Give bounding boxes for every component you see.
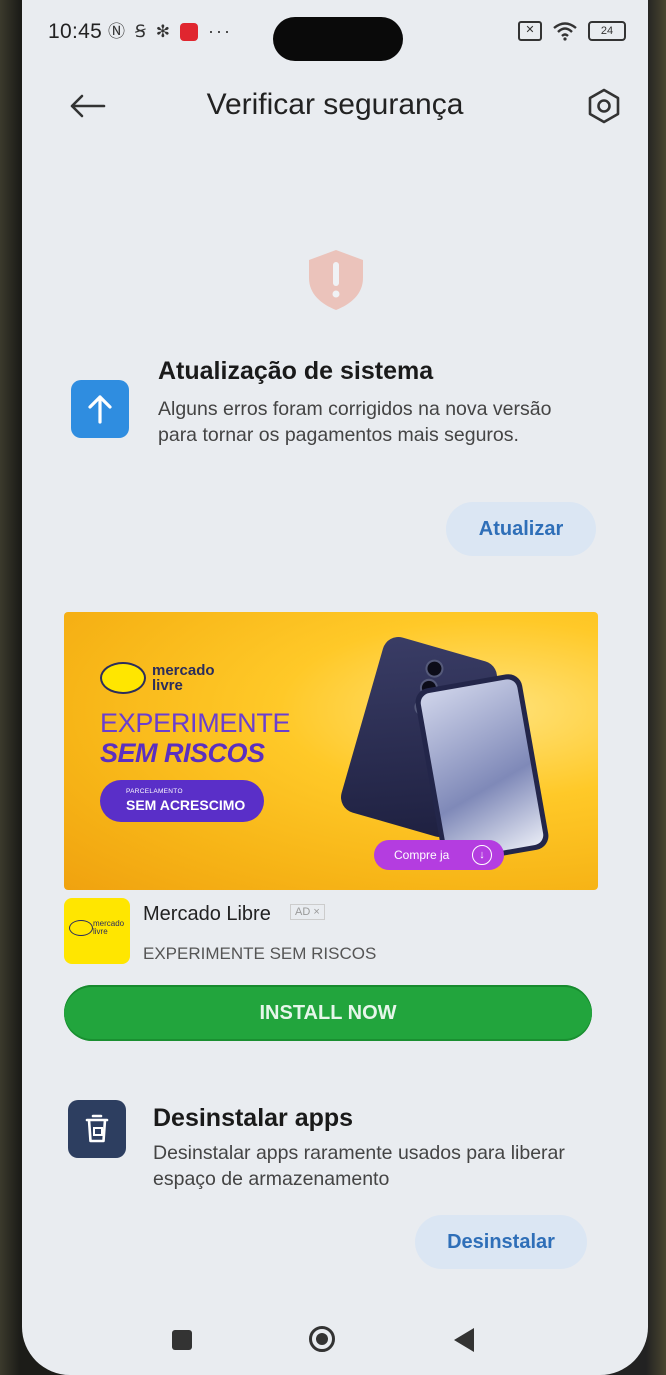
no-sim-icon: ✕ <box>518 21 542 41</box>
app-name: Mercado Libre <box>143 903 271 925</box>
ad-installment-pill: PARCELAMENTO SEM ACRESCIMO <box>100 780 264 822</box>
update-button[interactable]: Atualizar <box>446 502 596 556</box>
status-bar: 10:45 Ⓝ Ꞩ ✻ ··· ✕ 24 <box>22 10 648 61</box>
ad-buy-label: Compre ja <box>394 848 450 862</box>
uninstall-description: Desinstalar apps raramente usados para l… <box>153 1142 565 1190</box>
ad-banner[interactable]: mercado livre EXPERIMENTE SEM RISCOS PAR… <box>64 612 598 890</box>
ad-pill-big-text: SEM ACRESCIMO <box>126 797 246 813</box>
system-update-icon <box>71 380 129 438</box>
ad-pill-small-text: PARCELAMENTO <box>126 788 183 795</box>
nfc-icon: Ⓝ <box>108 21 125 41</box>
home-circle-icon[interactable] <box>309 1326 335 1352</box>
battery-icon: 24 <box>588 21 626 41</box>
app-subtitle: EXPERIMENTE SEM RISCOS <box>143 944 377 963</box>
uninstall-title: Desinstalar apps <box>153 1104 354 1132</box>
screen: 10:45 Ⓝ Ꞩ ✻ ··· ✕ 24 Verificar segurança… <box>22 0 648 1375</box>
phone-front-image <box>413 671 551 867</box>
page-title: Verificar segurança <box>206 88 464 121</box>
mercado-livre-logo: mercado livre <box>100 662 215 694</box>
settings-button[interactable] <box>582 84 626 128</box>
ad-headline-2: SEM RISCOS <box>100 738 265 768</box>
status-icons-right: ✕ 24 <box>518 21 626 41</box>
ad-brand-line2: livre <box>152 677 183 694</box>
back-triangle-icon[interactable] <box>454 1328 474 1352</box>
app-logo-line2: livre <box>93 927 108 936</box>
navigation-bar <box>22 1318 648 1366</box>
camera-cutout <box>273 17 403 61</box>
update-title: Atualização de sistema <box>158 357 434 385</box>
recents-square-icon[interactable] <box>172 1330 192 1350</box>
gear-icon: ✻ <box>155 21 171 41</box>
mail-red-icon <box>180 22 199 41</box>
header: Verificar segurança <box>22 78 648 134</box>
s-icon: Ꞩ <box>135 21 146 41</box>
app-logo: mercado livre <box>64 898 130 964</box>
shield-warning-icon <box>309 250 363 310</box>
ad-buy-button[interactable]: Compre ja ↓ <box>374 840 504 870</box>
wifi-icon <box>553 22 577 41</box>
update-description: Alguns erros foram corrigidos na nova ve… <box>158 398 552 446</box>
status-time: 10:45 <box>48 20 103 43</box>
ad-headline-1: EXPERIMENTE <box>100 708 291 738</box>
uninstall-apps-icon <box>68 1100 126 1158</box>
download-icon: ↓ <box>472 845 492 865</box>
handshake-logo-icon <box>100 662 146 694</box>
settings-hex-icon <box>588 88 620 124</box>
install-now-button[interactable]: INSTALL NOW <box>64 985 592 1041</box>
status-icons-left: Ⓝ Ꞩ ✻ ··· <box>108 21 232 42</box>
more-dots-icon: ··· <box>208 21 233 41</box>
uninstall-button[interactable]: Desinstalar <box>415 1215 587 1269</box>
ad-close-tag[interactable]: AD × <box>290 904 325 920</box>
